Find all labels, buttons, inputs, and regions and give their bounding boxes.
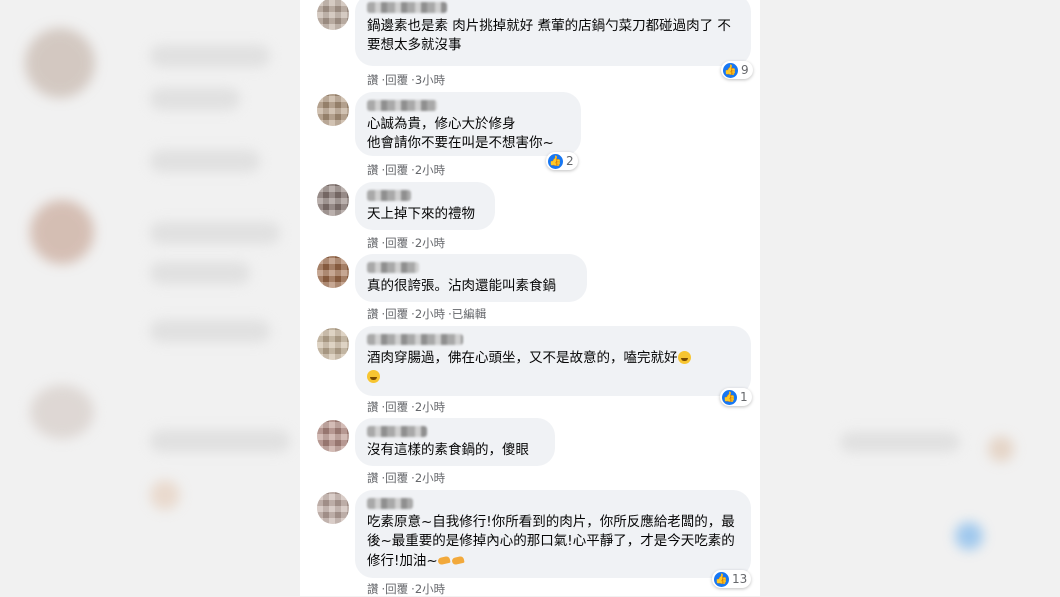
reaction-count[interactable]: 👍 1: [720, 388, 752, 406]
avatar[interactable]: [317, 184, 349, 216]
comment-actions: 讚 ·回覆 ·2小時: [367, 400, 446, 414]
like-link[interactable]: 讚: [367, 582, 379, 596]
comment-text: 心誠為貴，修心大於修身 他會請你不要在叫是不想害你~: [367, 116, 554, 151]
comment-actions: 讚 ·回覆 ·2小時: [367, 236, 446, 250]
comment-panel: 鍋邊素也是素 肉片挑掉就好 煮葷的店鍋勺菜刀都碰過肉了 不要想太多就沒事 👍 9…: [300, 0, 760, 596]
reaction-count[interactable]: 👍 2: [546, 152, 578, 170]
reaction-count[interactable]: 👍 9: [721, 61, 753, 79]
like-icon: 👍: [714, 571, 729, 587]
timestamp[interactable]: 2小時: [415, 471, 445, 485]
comment-bubble: 天上掉下來的禮物: [355, 182, 495, 230]
timestamp[interactable]: 2小時: [415, 400, 445, 414]
laughing-emoji-icon: [367, 370, 380, 383]
timestamp[interactable]: 3小時: [415, 73, 445, 87]
comment-text: 天上掉下來的禮物: [367, 206, 475, 222]
commenter-name[interactable]: [367, 498, 413, 509]
avatar[interactable]: [317, 492, 349, 524]
like-link[interactable]: 讚: [367, 307, 379, 321]
commenter-name[interactable]: [367, 334, 463, 345]
avatar[interactable]: [317, 256, 349, 288]
comment-bubble: 真的很誇張。沾肉還能叫素食鍋: [355, 254, 587, 302]
edited-label[interactable]: 已編輯: [452, 307, 487, 321]
comment-bubble: 沒有這樣的素食鍋的，傻眼: [355, 418, 555, 466]
commenter-name[interactable]: [367, 190, 411, 201]
timestamp[interactable]: 2小時: [415, 163, 445, 177]
comment-actions: 讚 ·回覆 ·2小時 ·已編輯: [367, 307, 487, 321]
like-link[interactable]: 讚: [367, 73, 379, 87]
reply-link[interactable]: 回覆: [385, 236, 408, 250]
like-link[interactable]: 讚: [367, 471, 379, 485]
reply-link[interactable]: 回覆: [385, 400, 408, 414]
like-link[interactable]: 讚: [367, 236, 379, 250]
like-link[interactable]: 讚: [367, 163, 379, 177]
comment-actions: 讚 ·回覆 ·2小時: [367, 471, 446, 485]
comment-text: 鍋邊素也是素 肉片挑掉就好 煮葷的店鍋勺菜刀都碰過肉了 不要想太多就沒事: [367, 18, 731, 53]
laughing-emoji-icon: [677, 351, 691, 364]
reply-link[interactable]: 回覆: [385, 73, 408, 87]
commenter-name[interactable]: [367, 426, 427, 437]
like-icon: 👍: [548, 153, 563, 169]
timestamp[interactable]: 2小時: [415, 582, 445, 596]
reply-link[interactable]: 回覆: [385, 471, 408, 485]
avatar[interactable]: [317, 420, 349, 452]
comment-text: 酒肉穿腸過，佛在心頭坐，又不是故意的，嗑完就好: [367, 349, 739, 387]
comment-bubble: 吃素原意~自我修行!你所看到的肉片，你所反應給老闆的，最後~最重要的是修掉內心的…: [355, 490, 751, 578]
avatar[interactable]: [317, 94, 349, 126]
commenter-name[interactable]: [367, 100, 437, 111]
comment-text: 真的很誇張。沾肉還能叫素食鍋: [367, 278, 556, 294]
avatar[interactable]: [317, 0, 349, 30]
blurred-background-right: [760, 0, 1060, 596]
hands-emoji-icon: [437, 551, 466, 566]
timestamp[interactable]: 2小時: [415, 236, 445, 250]
timestamp[interactable]: 2小時: [415, 307, 445, 321]
like-icon: 👍: [722, 389, 737, 405]
reply-link[interactable]: 回覆: [385, 307, 408, 321]
comment-bubble: 心誠為貴，修心大於修身 他會請你不要在叫是不想害你~: [355, 92, 581, 156]
reaction-count[interactable]: 👍 13: [712, 570, 752, 588]
commenter-name[interactable]: [367, 2, 447, 13]
comment-actions: 讚 ·回覆 ·3小時: [367, 73, 446, 87]
comment-text: 沒有這樣的素食鍋的，傻眼: [367, 442, 529, 458]
comment-text: 吃素原意~自我修行!你所看到的肉片，你所反應給老闆的，最後~最重要的是修掉內心的…: [367, 514, 735, 569]
reply-link[interactable]: 回覆: [385, 582, 408, 596]
avatar[interactable]: [317, 328, 349, 360]
comment-bubble: 鍋邊素也是素 肉片挑掉就好 煮葷的店鍋勺菜刀都碰過肉了 不要想太多就沒事: [355, 0, 751, 66]
comment-actions: 讚 ·回覆 ·2小時: [367, 163, 446, 177]
like-link[interactable]: 讚: [367, 400, 379, 414]
commenter-name[interactable]: [367, 262, 419, 273]
blurred-background-left: [0, 0, 300, 596]
reply-link[interactable]: 回覆: [385, 163, 408, 177]
comment-bubble: 酒肉穿腸過，佛在心頭坐，又不是故意的，嗑完就好: [355, 326, 751, 396]
comment-actions: 讚 ·回覆 ·2小時: [367, 582, 446, 596]
like-icon: 👍: [723, 62, 738, 78]
